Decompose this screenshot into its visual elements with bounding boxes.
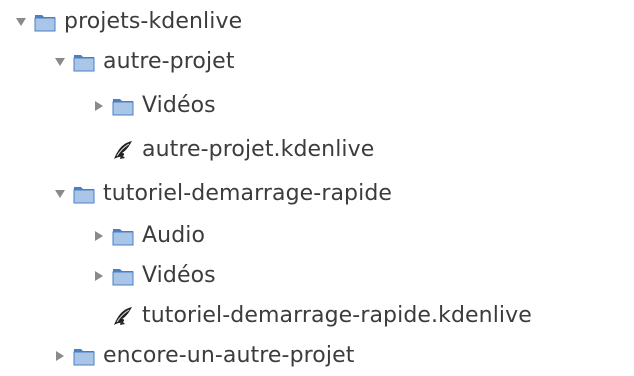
kdenlive-file-icon bbox=[112, 139, 134, 161]
tree-row-audio[interactable]: Audio bbox=[86, 216, 205, 256]
folder-icon bbox=[112, 265, 134, 287]
folder-icon bbox=[73, 345, 95, 367]
tree-row-label: tutoriel-demarrage-rapide bbox=[103, 181, 393, 206]
tree-row-encore-un-autre-projet[interactable]: encore-un-autre-projet bbox=[47, 336, 354, 376]
tree-row-tutoriel-demarrage-rapide[interactable]: tutoriel-demarrage-rapide bbox=[47, 174, 392, 214]
tree-row-label: Audio bbox=[142, 223, 206, 248]
tree-row-label: Vidéos bbox=[142, 263, 216, 288]
triangle-right-icon[interactable] bbox=[47, 336, 73, 376]
tree-row-autre-projet-kdenlive[interactable]: autre-projet.kdenlive bbox=[86, 130, 374, 170]
tree-row-label: autre-projet.kdenlive bbox=[142, 137, 375, 162]
triangle-right-icon[interactable] bbox=[86, 216, 112, 256]
tree-row-tutoriel-demarrage-rapide-kdenlive[interactable]: tutoriel-demarrage-rapide.kdenlive bbox=[86, 296, 532, 336]
tree-row-videos[interactable]: Vidéos bbox=[86, 256, 216, 296]
tree-row-projets-kdenlive[interactable]: projets-kdenlive bbox=[8, 2, 242, 42]
tree-row-label: autre-projet bbox=[103, 49, 235, 74]
tree-row-autre-projet[interactable]: autre-projet bbox=[47, 42, 235, 82]
folder-icon bbox=[73, 183, 95, 205]
folder-icon bbox=[73, 51, 95, 73]
folder-icon bbox=[112, 95, 134, 117]
triangle-down-icon[interactable] bbox=[47, 174, 73, 214]
file-tree: projets-kdenlive autre-projet Vidéos aut… bbox=[0, 0, 634, 375]
tree-row-label: encore-un-autre-projet bbox=[103, 343, 355, 368]
triangle-right-icon[interactable] bbox=[86, 256, 112, 296]
folder-icon bbox=[34, 11, 56, 33]
tree-row-label: tutoriel-demarrage-rapide.kdenlive bbox=[142, 303, 532, 328]
tree-row-label: projets-kdenlive bbox=[64, 9, 243, 34]
triangle-right-icon[interactable] bbox=[86, 86, 112, 126]
triangle-down-icon[interactable] bbox=[8, 2, 34, 42]
folder-icon bbox=[112, 225, 134, 247]
tree-row-label: Vidéos bbox=[142, 93, 216, 118]
tree-row-videos[interactable]: Vidéos bbox=[86, 86, 216, 126]
kdenlive-file-icon bbox=[112, 305, 134, 327]
triangle-down-icon[interactable] bbox=[47, 42, 73, 82]
